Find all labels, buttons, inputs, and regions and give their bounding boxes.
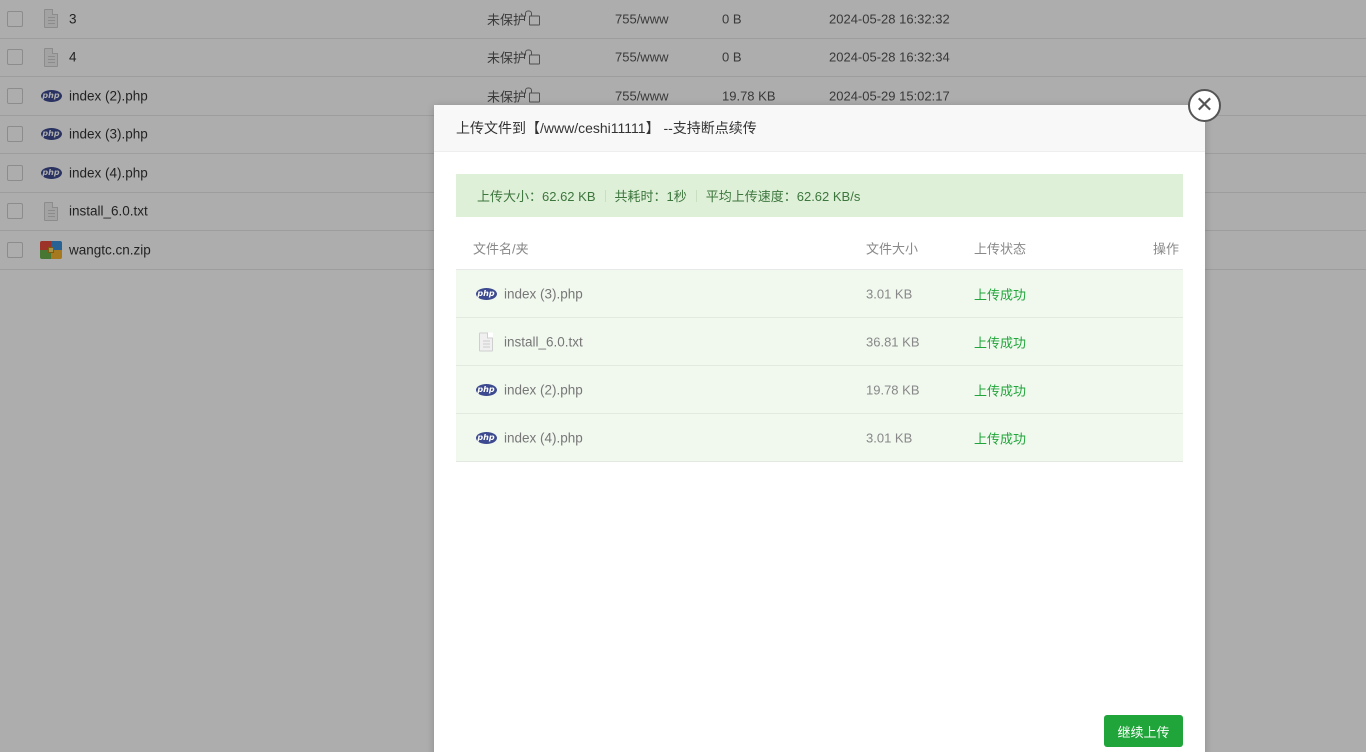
upload-file-size: 36.81 KB xyxy=(866,334,920,349)
continue-upload-button[interactable]: 继续上传 xyxy=(1104,715,1183,747)
upload-row: php index (3).php 3.01 KB 上传成功 xyxy=(456,270,1183,318)
upload-elapsed-time: 共耗时：1秒 xyxy=(614,189,687,204)
php-file-icon: php xyxy=(475,287,497,300)
upload-table-header: 文件名/夹 文件大小 上传状态 操作 xyxy=(456,226,1183,270)
upload-file-size: 19.78 KB xyxy=(866,382,920,397)
col-header-name: 文件名/夹 xyxy=(473,241,529,256)
php-file-icon: php xyxy=(475,431,497,444)
summary-divider xyxy=(695,189,697,202)
close-dialog-button[interactable]: ✕ xyxy=(1188,89,1221,122)
upload-row: install_6.0.txt 36.81 KB 上传成功 xyxy=(456,318,1183,366)
upload-status: 上传成功 xyxy=(974,287,1027,302)
upload-total-size: 上传大小：62.62 KB xyxy=(477,189,596,204)
upload-file-name: install_6.0.txt xyxy=(504,334,583,349)
upload-status: 上传成功 xyxy=(974,335,1027,350)
php-file-icon: php xyxy=(475,383,497,396)
upload-file-size: 3.01 KB xyxy=(866,430,913,445)
upload-avg-speed: 平均上传速度：62.62 KB/s xyxy=(705,189,861,204)
summary-divider xyxy=(604,189,606,202)
upload-row: php index (2).php 19.78 KB 上传成功 xyxy=(456,366,1183,414)
upload-file-name: index (2).php xyxy=(504,382,583,397)
upload-dialog: 上传文件到【/www/ceshi11111】 --支持断点续传 上传大小：62.… xyxy=(434,105,1205,752)
upload-status: 上传成功 xyxy=(974,383,1027,398)
upload-status: 上传成功 xyxy=(974,431,1027,446)
dialog-title: 上传文件到【/www/ceshi11111】 --支持断点续传 xyxy=(434,105,1205,152)
text-file-icon xyxy=(475,332,497,351)
upload-row: php index (4).php 3.01 KB 上传成功 xyxy=(456,414,1183,462)
upload-file-name: index (3).php xyxy=(504,286,583,301)
col-header-status: 上传状态 xyxy=(974,241,1027,256)
col-header-op: 操作 xyxy=(1152,241,1179,256)
upload-summary: 上传大小：62.62 KB 共耗时：1秒 平均上传速度：62.62 KB/s xyxy=(456,174,1183,217)
upload-file-size: 3.01 KB xyxy=(866,286,913,301)
upload-file-name: index (4).php xyxy=(504,430,583,445)
upload-table: 文件名/夹 文件大小 上传状态 操作 php index (3).php 3.0… xyxy=(456,226,1183,462)
close-icon: ✕ xyxy=(1195,92,1214,118)
col-header-size: 文件大小 xyxy=(866,241,919,256)
